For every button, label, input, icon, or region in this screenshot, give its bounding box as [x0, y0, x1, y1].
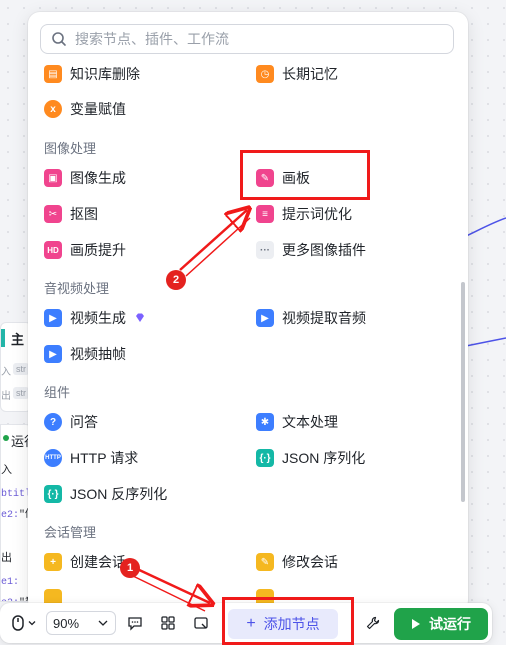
annotation-badge-1: 1 [120, 558, 140, 578]
annotation-arrows [132, 0, 506, 612]
annotation-badge-2: 2 [166, 270, 186, 290]
